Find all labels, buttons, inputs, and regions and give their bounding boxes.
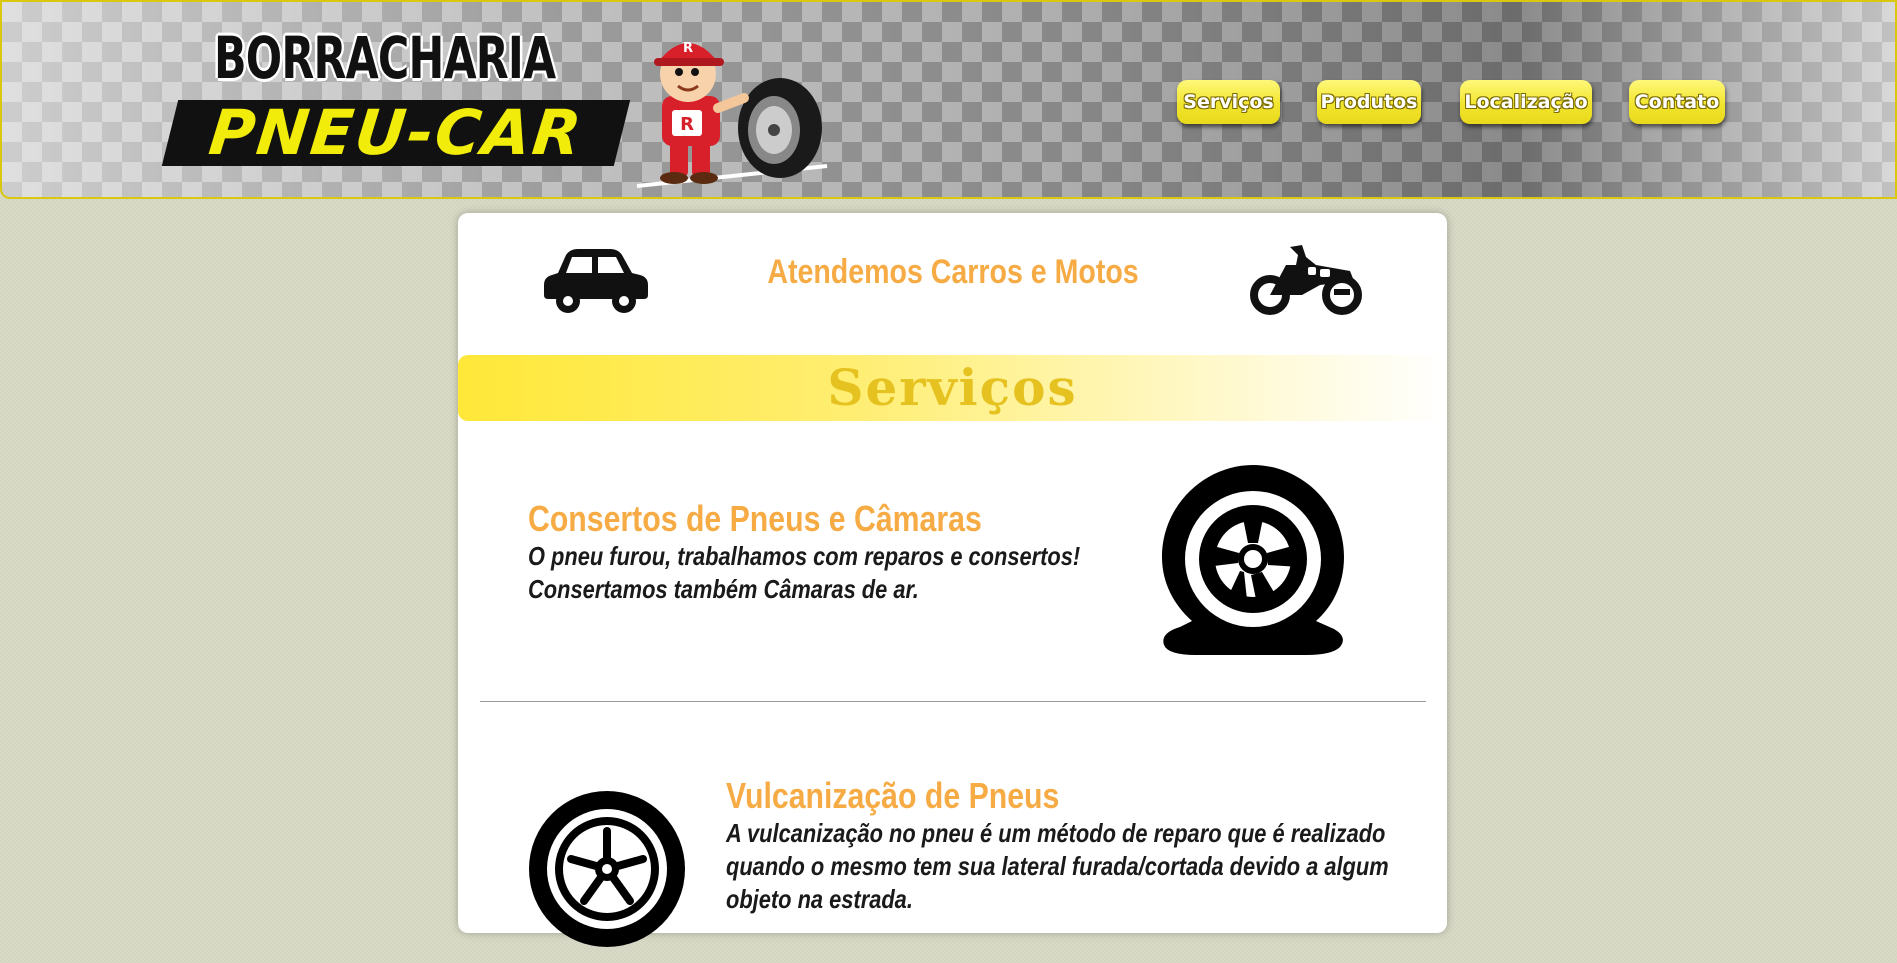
nav-localizacao[interactable]: Localização: [1460, 80, 1592, 124]
content-card: Atendemos Carros e Motos Serviços Conser…: [458, 213, 1447, 947]
site-header: BORRACHARIA PNEU-CAR R R Serviços Produt…: [0, 0, 1897, 199]
motorcycle-icon: [1250, 245, 1362, 315]
section-title: Serviços: [827, 358, 1078, 417]
logo-text-top: BORRACHARIA: [214, 24, 556, 92]
section-divider: [480, 701, 1426, 702]
section-header: Serviços: [458, 355, 1447, 421]
mascot-letter-cap: R: [683, 41, 693, 56]
flat-tire-icon: [1162, 465, 1344, 655]
nav-contato[interactable]: Contato: [1629, 80, 1725, 124]
nav-produtos[interactable]: Produtos: [1317, 80, 1421, 124]
service-description: O pneu furou, trabalhamos com reparos e …: [528, 541, 1081, 604]
car-icon: [544, 249, 648, 313]
service-title: Consertos de Pneus e Câmaras: [528, 498, 982, 539]
service-item: Vulcanização de Pneus A vulcanização no …: [726, 775, 1546, 916]
service-title: Vulcanização de Pneus: [726, 775, 1060, 816]
service-item: Consertos de Pneus e Câmaras O pneu furo…: [528, 498, 1228, 606]
vehicles-banner: Atendemos Carros e Motos: [458, 213, 1447, 343]
main-nav: Serviços Produtos Localização Contato: [2, 80, 1895, 128]
tire-repair-icon: [529, 781, 685, 947]
service-description: A vulcanização no pneu é um método de re…: [726, 818, 1389, 914]
nav-servicos[interactable]: Serviços: [1177, 80, 1280, 124]
attend-title: Atendemos Carros e Motos: [767, 253, 1139, 291]
